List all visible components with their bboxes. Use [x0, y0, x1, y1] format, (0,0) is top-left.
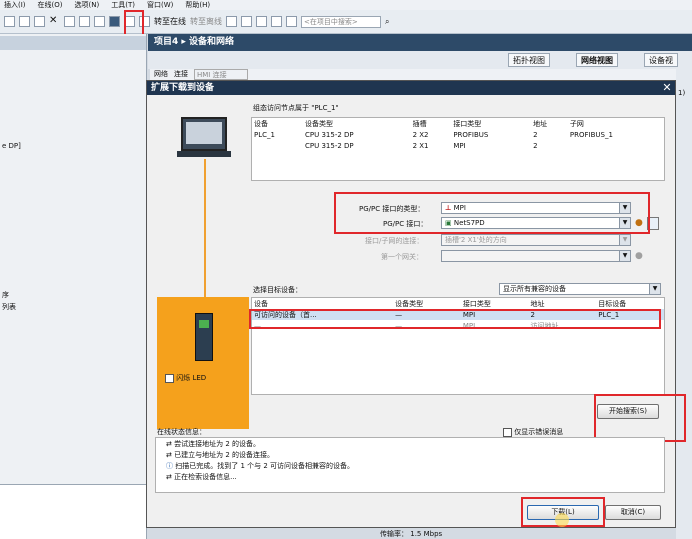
go-online-button[interactable]: 转至在线	[154, 16, 186, 27]
extended-download-dialog: 扩展下载到设备 ✕ 组态访问节点属于 "PLC_1" 设备 设备类型 插槽 接口…	[146, 80, 686, 528]
view-tabs: 拓扑视图 网络视图 设备视	[148, 51, 692, 69]
pc-keyboard-icon	[177, 151, 231, 157]
undo-icon[interactable]	[64, 16, 75, 27]
status-line: ⓘ 扫描已完成。找到了 1 个与 2 可访问设备相兼容的设备。	[166, 462, 355, 470]
paste-icon[interactable]	[34, 16, 45, 27]
connect-icon: ⇄	[166, 440, 175, 448]
highlight-start-search	[594, 394, 686, 442]
status-line: ⇄ 已建立与地址为 2 的设备连接。	[166, 451, 274, 459]
project-title: 项目4 ▸ 设备和网络	[148, 34, 692, 51]
redo-icon[interactable]	[79, 16, 90, 27]
plc-panel: 闪烁 LED	[157, 297, 249, 429]
target-filter-select[interactable]: 显示所有兼容的设备 ▼	[499, 283, 661, 295]
baud-row: 传输率： 1.5 Mbps	[380, 530, 443, 538]
chevron-down-icon[interactable]: ▼	[619, 251, 630, 261]
subnet-connection-select[interactable]: 插槽'2 X1'处的方向 ▼	[441, 234, 631, 246]
col-address: 地址	[530, 299, 545, 308]
status-label: 在线状态信息：	[157, 428, 206, 436]
highlight-pgpc-settings	[334, 192, 650, 234]
subnet-connection-label: 接口/子网的连接：	[365, 237, 424, 245]
dialog-title: 扩展下载到设备	[147, 81, 675, 95]
target-header-row: 设备 设备类型 接口类型 地址 目标设备	[252, 298, 664, 309]
flash-led-label: 闪烁 LED	[176, 374, 207, 382]
tree-item-b[interactable]: 列表	[0, 301, 146, 313]
col-device-type: 设备类型	[395, 299, 424, 308]
menu-help[interactable]: 帮助(H)	[185, 0, 210, 10]
accessible-devices-icon[interactable]	[226, 16, 237, 27]
stop-cpu-icon[interactable]	[256, 16, 267, 27]
tree-item-dp[interactable]: e DP]	[0, 140, 146, 152]
col-target-device: 目标设备	[598, 299, 627, 308]
go-offline-button[interactable]: 转至离线	[190, 16, 222, 27]
menu-window[interactable]: 窗口(W)	[147, 0, 173, 10]
menu-tools[interactable]: 工具(T)	[111, 0, 135, 10]
project-tree-pane: e DP] 序 列表	[0, 34, 147, 539]
tab-device-view[interactable]: 设备视	[644, 53, 678, 67]
col-slot: 插槽	[412, 119, 427, 128]
info-icon: ⓘ	[166, 462, 176, 470]
mouse-cursor-icon	[555, 513, 569, 527]
compile-icon[interactable]	[94, 16, 105, 27]
col-subnet: 子网	[569, 119, 584, 128]
cut-icon[interactable]	[4, 16, 15, 27]
cancel-button[interactable]: 取消(C)	[605, 505, 661, 520]
network-button[interactable]: 网络	[154, 69, 168, 80]
menu-online[interactable]: 在线(O)	[38, 0, 63, 10]
status-line: ⇄ 尝试连接地址为 2 的设备。	[166, 440, 260, 448]
chevron-down-icon[interactable]: ▼	[649, 284, 660, 294]
connect-icon: ⇄	[166, 451, 175, 459]
tab-network-view[interactable]: 网络视图	[576, 53, 618, 67]
config-header-row: 设备 设备类型 插槽 接口类型 地址 子网	[252, 118, 664, 129]
connect-icon: ⇄	[166, 473, 175, 481]
left-header	[0, 36, 146, 50]
target-device-label: 选择目标设备：	[253, 286, 302, 294]
split-horizontal-icon[interactable]	[271, 16, 282, 27]
tree-item-a[interactable]: 序	[0, 289, 146, 301]
copy-icon[interactable]	[19, 16, 30, 27]
network-toolbar: 网络 连接 HMI 连接	[150, 69, 676, 80]
connection-line	[204, 159, 206, 299]
right-pane-label: 1)	[678, 89, 686, 97]
split-vertical-icon[interactable]	[286, 16, 297, 27]
menu-bar: 插入(I) 在线(O) 选项(N) 工具(T) 窗口(W) 帮助(H)	[0, 0, 692, 10]
start-cpu-icon[interactable]	[241, 16, 252, 27]
toolbar: ✕ 转至在线 转至离线 <在项目中搜索> ⌕	[0, 10, 692, 34]
chevron-down-icon[interactable]: ▼	[619, 235, 630, 245]
col-interface-type: 接口类型	[453, 119, 482, 128]
status-line: ⇄ 正在检索设备信息...	[166, 473, 237, 481]
delete-icon[interactable]: ✕	[49, 16, 60, 27]
col-device-type: 设备类型	[305, 119, 334, 128]
flash-led-checkbox[interactable]	[165, 373, 174, 383]
download-to-device-icon[interactable]	[109, 16, 120, 27]
col-device: 设备	[254, 299, 268, 308]
table-row: CPU 315-2 DP 2 X1 MPI 2	[305, 141, 538, 150]
right-pane: 1)	[676, 69, 692, 539]
connect-button[interactable]: 连接	[174, 69, 188, 80]
tab-topology-view[interactable]: 拓扑视图	[508, 53, 550, 67]
configured-table: 设备 设备类型 插槽 接口类型 地址 子网 PLC_1 CPU 315-2 DP…	[251, 117, 665, 181]
configured-label: 组态访问节点属于 "PLC_1"	[253, 104, 339, 112]
left-detail-panel	[0, 484, 146, 539]
col-address: 地址	[533, 119, 548, 128]
table-row: PLC_1 CPU 315-2 DP 2 X2 PROFIBUS 2 PROFI…	[254, 130, 613, 139]
menu-insert[interactable]: 插入(I)	[4, 0, 26, 10]
gateway-settings-icon[interactable]: ●	[635, 251, 643, 261]
first-gateway-label: 第一个网关：	[381, 253, 423, 261]
search-icon[interactable]: ⌕	[385, 17, 389, 27]
first-gateway-select[interactable]: ▼	[441, 250, 631, 262]
plc-device-icon	[195, 313, 213, 361]
hmi-connection-select[interactable]: HMI 连接	[194, 69, 248, 80]
pc-monitor-icon	[181, 117, 227, 151]
col-device: 设备	[254, 119, 268, 128]
close-icon[interactable]: ✕	[661, 82, 673, 94]
col-interface-type: 接口类型	[462, 299, 491, 308]
error-only-row: 仅显示错误消息	[503, 427, 563, 437]
project-search-input[interactable]: <在项目中搜索>	[301, 15, 381, 28]
flash-led-row: 闪烁 LED	[165, 373, 206, 383]
status-log: ⇄ 尝试连接地址为 2 的设备。 ⇄ 已建立与地址为 2 的设备连接。 ⓘ 扫描…	[155, 437, 665, 493]
highlight-target-row	[249, 309, 661, 329]
menu-options[interactable]: 选项(N)	[75, 0, 100, 10]
error-only-checkbox[interactable]	[503, 427, 512, 437]
